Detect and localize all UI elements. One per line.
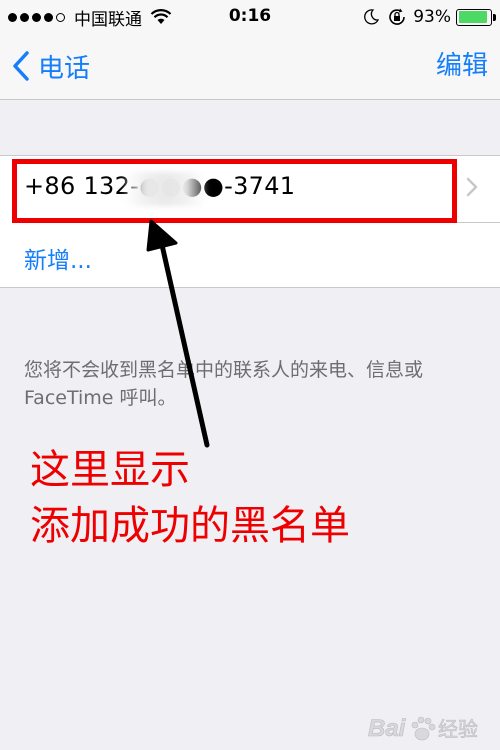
status-bar: 中国联通 0:16 93%: [0, 0, 500, 34]
footer-note: 您将不会收到黑名单中的联系人的来电、信息或 FaceTime 呼叫。: [24, 359, 424, 409]
back-button[interactable]: 电话: [12, 48, 90, 84]
navigation-bar: 电话 编辑: [0, 34, 500, 100]
edit-button[interactable]: 编辑: [436, 48, 488, 84]
status-right: 93%: [363, 6, 496, 28]
back-label: 电话: [38, 53, 91, 84]
rotation-lock-icon: [389, 8, 406, 25]
caption-line-1: 这里显示: [30, 447, 190, 493]
svg-text:经验: 经验: [438, 717, 478, 741]
svg-text:Bai: Bai: [368, 715, 407, 742]
baidu-watermark-icon: Bai 经验: [368, 715, 479, 743]
battery-fill: [458, 11, 488, 23]
battery-tip: [493, 13, 496, 21]
highlight-box: [12, 159, 457, 223]
battery-icon: [456, 8, 496, 26]
add-new-row[interactable]: 新增...: [0, 223, 500, 289]
chevron-right-icon: [466, 177, 478, 197]
annotation-caption: 这里显示 添加成功的黑名单: [30, 442, 350, 554]
caption-line-2: 添加成功的黑名单: [30, 503, 350, 549]
battery-percent: 93%: [413, 7, 451, 27]
chevron-left-icon: [13, 51, 29, 81]
add-new-label: 新增...: [24, 248, 92, 274]
moon-icon: [364, 9, 380, 25]
